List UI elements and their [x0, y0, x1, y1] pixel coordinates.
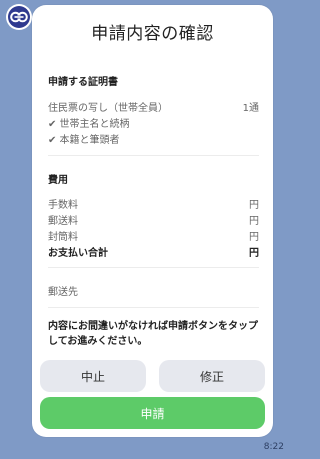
- submit-button[interactable]: 申請: [40, 397, 265, 429]
- shipping-row: 郵送先: [48, 283, 259, 298]
- fee-value: 円: [249, 200, 259, 211]
- fee-value: 円: [249, 216, 259, 227]
- fee-row: 手数料 円: [48, 196, 259, 211]
- fee-total-value: 円: [249, 248, 259, 259]
- shipping-label: 郵送先: [48, 287, 78, 298]
- certificate-item-row: 住民票の写し（世帯全員） 1通: [48, 99, 259, 114]
- fee-value: 円: [249, 232, 259, 243]
- confirmation-note: 内容にお間違いがなければ申請ボタンをタップしてお進みください。: [48, 321, 258, 347]
- certificate-section-heading: 申請する証明書: [48, 77, 118, 88]
- chat-bot-logo-icon: [8, 6, 30, 28]
- fee-label: 郵送料: [48, 216, 78, 227]
- certificate-option-1: ✔ 世帯主名と続柄: [48, 119, 130, 130]
- page-title: 申請内容の確認: [91, 24, 214, 44]
- edit-button[interactable]: 修正: [159, 360, 265, 392]
- fee-label: 封筒料: [48, 232, 78, 243]
- divider: [48, 155, 259, 156]
- fee-total-row: お支払い合計 円: [48, 244, 259, 259]
- divider: [48, 267, 259, 268]
- message-timestamp: 8:22: [263, 442, 284, 452]
- fee-row: 郵送料 円: [48, 212, 259, 227]
- confirmation-card: 申請内容の確認 申請する証明書 住民票の写し（世帯全員） 1通 ✔ 世帯主名と続…: [32, 5, 273, 437]
- certificate-option-2: ✔ 本籍と筆頭者: [48, 135, 120, 146]
- certificate-item-count: 1通: [242, 103, 259, 114]
- divider: [48, 307, 259, 308]
- fee-total-label: お支払い合計: [48, 248, 108, 259]
- fee-row: 封筒料 円: [48, 228, 259, 243]
- certificate-item-name: 住民票の写し（世帯全員）: [48, 103, 168, 114]
- avatar[interactable]: [6, 4, 32, 30]
- cancel-button[interactable]: 中止: [40, 360, 146, 392]
- fees-section-heading: 費用: [48, 175, 68, 186]
- fee-label: 手数料: [48, 200, 78, 211]
